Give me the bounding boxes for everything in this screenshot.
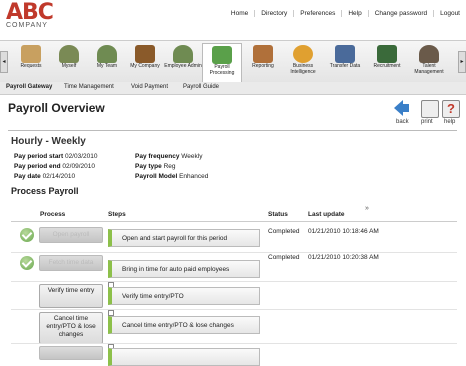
- row-divider: [11, 281, 457, 282]
- business-intelligence-icon: [293, 45, 313, 63]
- header-divider: [11, 221, 457, 222]
- help-icon[interactable]: ?: [442, 100, 460, 118]
- field-pay-frequency: Pay frequency Weekly: [135, 153, 203, 160]
- sub-navigation: Payroll Gateway Time Management Void Pay…: [0, 82, 466, 95]
- module-my-company[interactable]: My Company: [126, 43, 164, 81]
- fetch-time-button[interactable]: Fetch time data: [39, 255, 103, 271]
- field-pay-type: Pay type Reg: [135, 163, 176, 170]
- logo-main-text: ABC: [6, 0, 54, 25]
- printer-icon[interactable]: [421, 100, 439, 118]
- period-heading: Hourly - Weekly: [11, 136, 86, 147]
- module-transfer-data[interactable]: Transfer Data: [326, 43, 364, 81]
- company-logo[interactable]: ABC COMPANY: [6, 0, 54, 30]
- payroll-icon: [212, 46, 232, 64]
- column-last-update: Last update: [308, 211, 345, 218]
- row-divider: [11, 252, 457, 253]
- step-bring-in-time: Bring in time for auto paid employees: [108, 260, 260, 278]
- link-directory[interactable]: Directory: [254, 10, 293, 17]
- module-bar: ◂ Requests Myself My Team My Company Emp…: [0, 40, 466, 84]
- field-pay-period-end: Pay period end 02/09/2010: [14, 163, 95, 170]
- subnav-payroll-guide[interactable]: Payroll Guide: [183, 84, 219, 90]
- person-icon: [59, 45, 79, 63]
- link-help[interactable]: Help: [341, 10, 367, 17]
- value-pay-period-start: 02/03/2010: [64, 153, 98, 160]
- status-row-1: Completed: [268, 228, 300, 235]
- row-divider: [11, 343, 457, 344]
- process-heading: Process Payroll: [11, 186, 79, 196]
- back-arrow-shaft: [403, 104, 409, 112]
- column-steps: Steps: [108, 211, 126, 218]
- module-reporting[interactable]: Reporting: [244, 43, 282, 81]
- row-divider: [11, 309, 457, 310]
- value-payroll-model: Enhanced: [179, 173, 209, 180]
- module-my-team[interactable]: My Team: [88, 43, 126, 81]
- logo-sub-text: COMPANY: [6, 22, 48, 29]
- recruitment-icon: [377, 45, 397, 63]
- help-label[interactable]: help: [444, 119, 455, 125]
- link-preferences[interactable]: Preferences: [293, 10, 341, 17]
- module-recruitment[interactable]: Recruitment: [368, 43, 406, 81]
- link-change-password[interactable]: Change password: [367, 10, 433, 17]
- value-pay-type: Reg: [163, 163, 176, 170]
- collapse-icon[interactable]: »: [365, 205, 369, 212]
- module-requests[interactable]: Requests: [12, 43, 50, 81]
- module-employee-admin[interactable]: Employee Admin: [164, 43, 202, 81]
- next-process-button[interactable]: [39, 346, 103, 360]
- value-pay-frequency: Weekly: [181, 153, 203, 160]
- link-logout[interactable]: Logout: [433, 10, 466, 17]
- scroll-left-button[interactable]: ◂: [0, 51, 8, 73]
- link-home[interactable]: Home: [225, 10, 254, 17]
- step-cancel-time-entry: Cancel time entry/PTO & lose changes: [108, 316, 260, 334]
- column-process: Process: [40, 211, 66, 218]
- completed-check-icon: [20, 228, 34, 242]
- status-row-2: Completed: [268, 254, 300, 261]
- requests-icon: [21, 45, 41, 63]
- page-title: Payroll Overview: [8, 101, 105, 115]
- employee-admin-icon: [173, 45, 193, 63]
- back-arrow-icon[interactable]: [394, 100, 403, 116]
- completed-check-icon: [20, 256, 34, 270]
- value-pay-date: 02/14/2010: [42, 173, 76, 180]
- print-label[interactable]: print: [421, 119, 433, 125]
- updated-row-1: 01/21/2010 10:18:46 AM: [308, 228, 379, 235]
- column-status: Status: [268, 211, 288, 218]
- top-header: ABC COMPANY Home Directory Preferences H…: [0, 0, 466, 40]
- module-talent-management[interactable]: Talent Management: [410, 43, 448, 81]
- subnav-void-payment[interactable]: Void Payment: [131, 84, 168, 90]
- transfer-data-icon: [335, 45, 355, 63]
- verify-time-entry-button[interactable]: Verify time entry: [39, 284, 103, 308]
- subnav-time-management[interactable]: Time Management: [64, 84, 114, 90]
- step-next: [108, 348, 260, 366]
- open-payroll-button[interactable]: Open payroll: [39, 227, 103, 243]
- step-open-payroll: Open and start payroll for this period: [108, 229, 260, 247]
- updated-row-2: 01/21/2010 10:20:38 AM: [308, 254, 379, 261]
- team-icon: [97, 45, 117, 63]
- cancel-time-entry-button[interactable]: Cancel time entry/PTO & lose changes: [39, 312, 103, 344]
- talent-icon: [419, 45, 439, 63]
- scroll-right-button[interactable]: ▸: [458, 51, 466, 73]
- back-label[interactable]: back: [396, 119, 409, 125]
- report-chart-icon: [253, 45, 273, 63]
- module-myself[interactable]: Myself: [50, 43, 88, 81]
- value-pay-period-end: 02/09/2010: [62, 163, 95, 170]
- module-payroll-processing[interactable]: Payroll Processing: [202, 43, 242, 82]
- field-pay-period-start: Pay period start 02/03/2010: [14, 153, 98, 160]
- module-business-intelligence[interactable]: Business Intelligence: [284, 43, 322, 81]
- subnav-payroll-gateway[interactable]: Payroll Gateway: [6, 84, 52, 90]
- briefcase-icon: [135, 45, 155, 63]
- field-pay-date: Pay date 02/14/2010: [14, 173, 76, 180]
- field-payroll-model: Payroll Model Enhanced: [135, 173, 209, 180]
- step-verify-time-entry: Verify time entry/PTO: [108, 287, 260, 305]
- top-links: Home Directory Preferences Help Change p…: [225, 10, 466, 17]
